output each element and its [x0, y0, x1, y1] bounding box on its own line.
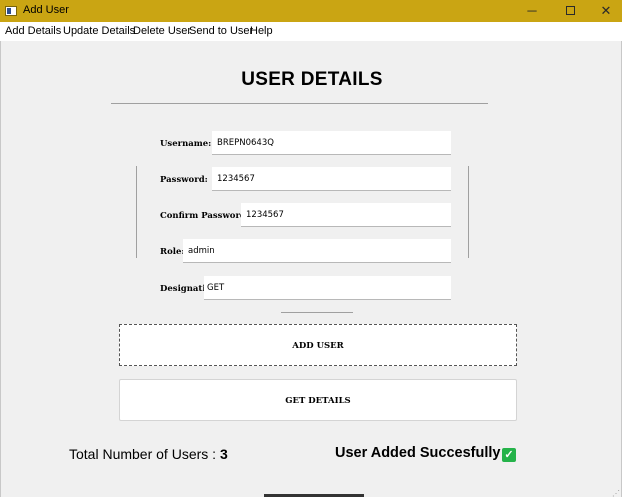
- page-title: USER DETAILS: [241, 69, 383, 90]
- maximize-button[interactable]: [552, 0, 588, 22]
- password-label: Password:: [160, 175, 208, 185]
- window-title: Add User: [23, 4, 69, 16]
- form-right-border: [468, 166, 469, 258]
- add-user-button[interactable]: ADD USER: [119, 324, 517, 366]
- menu-delete-user[interactable]: Delete User: [133, 25, 191, 37]
- total-users-count: 3: [219, 446, 228, 462]
- total-users-label: Total Number of Users :: [69, 446, 220, 462]
- form-divider: [281, 312, 353, 313]
- get-details-button[interactable]: GET DETAILS: [119, 379, 517, 421]
- role-label: Role:: [160, 247, 185, 257]
- confirm-password-field[interactable]: 1234567: [241, 203, 451, 227]
- menu-bar: Add Details Update Details Delete User S…: [0, 22, 622, 41]
- password-field[interactable]: 1234567: [212, 167, 451, 191]
- heading-divider: [111, 103, 488, 104]
- menu-add-details[interactable]: Add Details: [5, 25, 61, 37]
- status-message: User Added Succesfully: [335, 445, 501, 461]
- minimize-button[interactable]: ─: [514, 0, 550, 22]
- check-icon: ✓: [502, 448, 516, 462]
- maximize-icon: [565, 6, 575, 16]
- menu-send-to-user[interactable]: Send to User: [189, 25, 253, 37]
- resize-grip-icon[interactable]: ⋰: [612, 489, 620, 497]
- app-icon: [5, 6, 17, 16]
- menu-update-details[interactable]: Update Details: [63, 25, 135, 37]
- main-content: USER DETAILS Username: BREPN0643Q Passwo…: [0, 41, 622, 497]
- form-left-border: [136, 166, 137, 258]
- username-field[interactable]: BREPN0643Q: [212, 131, 451, 155]
- confirm-password-label: Confirm Password:: [160, 211, 250, 221]
- close-button[interactable]: ✕: [588, 0, 622, 22]
- username-label: Username:: [160, 139, 212, 149]
- role-field[interactable]: admin: [183, 239, 451, 263]
- designation-field[interactable]: GET: [204, 276, 451, 300]
- total-users: Total Number of Users : 3: [69, 446, 228, 462]
- title-bar: Add User ─ ✕: [0, 0, 622, 22]
- menu-help[interactable]: Help: [250, 25, 273, 37]
